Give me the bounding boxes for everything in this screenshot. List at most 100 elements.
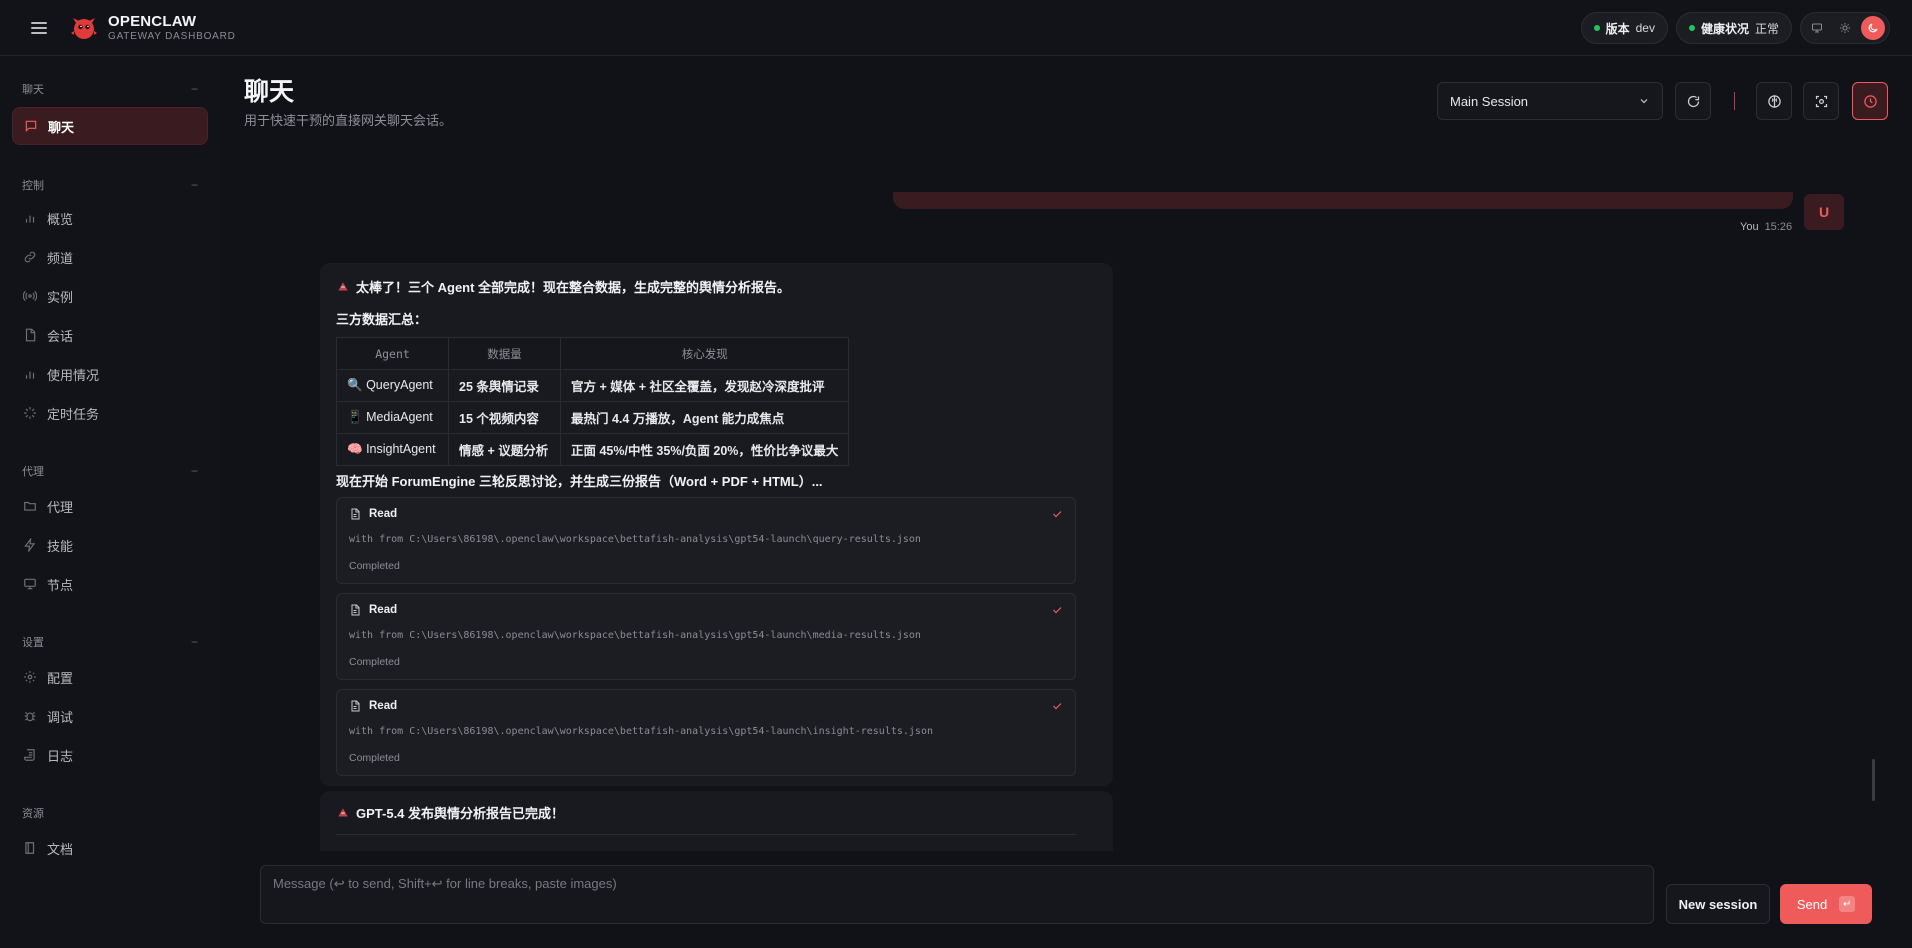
assistant-report-title-text: GPT-5.4 发布舆情分析报告已完成！ bbox=[356, 806, 565, 821]
new-session-button[interactable]: New session bbox=[1666, 884, 1770, 924]
tool-path: with from C:\Users\86198\.openclaw\works… bbox=[349, 630, 921, 641]
message-sender: You bbox=[1740, 221, 1759, 233]
summary-heading: 三方数据汇总： bbox=[336, 312, 428, 327]
sidebar-group-settings[interactable]: 设置 − bbox=[0, 632, 220, 652]
collapse-icon: − bbox=[190, 635, 198, 649]
session-select-value: Main Session bbox=[1450, 93, 1529, 109]
tool-call-card[interactable]: Read with from C:\Users\86198\.openclaw\… bbox=[336, 497, 1076, 584]
divider bbox=[336, 834, 1076, 835]
theme-system-button[interactable] bbox=[1805, 16, 1829, 40]
sidebar-item-label: 配置 bbox=[47, 670, 74, 686]
user-message-bubble bbox=[893, 192, 1793, 209]
file-icon bbox=[25, 328, 36, 342]
lightning-icon bbox=[24, 538, 36, 552]
finding-cell: 最热门 4.4 万播放，Agent 能力成焦点 bbox=[559, 401, 850, 434]
focus-mode-button[interactable] bbox=[1803, 82, 1839, 120]
assistant-intro-text: 太棒了！三个 Agent 全部完成！现在整合数据，生成完整的舆情分析报告。 bbox=[356, 280, 791, 295]
broadcast-icon bbox=[23, 290, 37, 302]
monitor-icon bbox=[1812, 23, 1822, 33]
bar-chart-icon bbox=[25, 371, 35, 379]
table-row: 📱 MediaAgent 15 个视频内容 最热门 4.4 万播放，Agent … bbox=[336, 401, 850, 434]
refresh-button[interactable] bbox=[1675, 82, 1711, 120]
agent-cell: 📱 MediaAgent bbox=[336, 401, 449, 434]
sidebar-group-agents[interactable]: 代理 − bbox=[0, 461, 220, 481]
sidebar: 聊天 − 聊天 控制 − 概览 频道 实例 会话 使用情况 定时任务 代理 − 代理 … bbox=[0, 57, 220, 948]
theme-dark-button[interactable] bbox=[1861, 16, 1885, 40]
history-button[interactable] bbox=[1852, 82, 1888, 120]
sidebar-item-config[interactable]: 配置 bbox=[12, 658, 208, 696]
assistant-message: GPT-5.4 发布舆情分析报告已完成！ bbox=[320, 791, 1113, 851]
page-title: 聊天 bbox=[244, 78, 295, 106]
brand: OPENCLAW GATEWAY DASHBOARD bbox=[108, 13, 236, 43]
sidebar-item-label: 调试 bbox=[47, 709, 74, 725]
status-dot-icon bbox=[1593, 25, 1600, 31]
sidebar-item-cron[interactable]: 定时任务 bbox=[12, 394, 208, 432]
sidebar-item-nodes[interactable]: 节点 bbox=[12, 565, 208, 603]
message-icon bbox=[25, 120, 37, 133]
composer bbox=[260, 865, 1654, 924]
assistant-message: 太棒了！三个 Agent 全部完成！现在整合数据，生成完整的舆情分析报告。 三方… bbox=[320, 263, 1113, 786]
chevron-down-icon bbox=[1640, 99, 1648, 104]
theme-light-button[interactable] bbox=[1833, 16, 1857, 40]
sidebar-group-chat[interactable]: 聊天 − bbox=[0, 79, 220, 99]
table-header: Agent bbox=[336, 337, 449, 370]
sidebar-item-docs[interactable]: 文档 bbox=[12, 829, 208, 867]
sidebar-item-label: 使用情况 bbox=[47, 367, 100, 383]
thinking-toggle-button[interactable] bbox=[1756, 82, 1792, 120]
send-button[interactable]: Send ↵ bbox=[1780, 884, 1872, 924]
sidebar-group-resources[interactable]: 资源 bbox=[0, 803, 220, 823]
check-icon bbox=[1053, 607, 1062, 614]
sidebar-group-control[interactable]: 控制 − bbox=[0, 175, 220, 195]
tool-name: Read bbox=[369, 700, 398, 712]
check-icon bbox=[1053, 511, 1062, 518]
group-title: 控制 bbox=[22, 180, 44, 192]
sidebar-item-instances[interactable]: 实例 bbox=[12, 277, 208, 315]
top-bar: OPENCLAW GATEWAY DASHBOARD 版本 dev 健康状况 正… bbox=[0, 0, 1912, 56]
version-pill: 版本 dev bbox=[1580, 12, 1668, 44]
gear-icon bbox=[24, 671, 36, 683]
session-select[interactable]: Main Session bbox=[1437, 82, 1663, 120]
table-row: 🧠 InsightAgent 情感 + 议题分析 正面 45%/中性 35%/负… bbox=[336, 433, 850, 466]
sidebar-item-chat[interactable]: 聊天 bbox=[12, 107, 208, 145]
user-avatar: U bbox=[1804, 194, 1844, 230]
finding-cell: 官方 + 媒体 + 社区全覆盖，发现赵冷深度批评 bbox=[559, 369, 850, 402]
agent-name: QueryAgent bbox=[366, 378, 433, 392]
sidebar-item-usage[interactable]: 使用情况 bbox=[12, 355, 208, 393]
menu-icon[interactable] bbox=[31, 21, 47, 34]
chat-scrollbar[interactable] bbox=[1872, 759, 1875, 801]
theme-switcher bbox=[1800, 12, 1890, 44]
focus-icon bbox=[1815, 95, 1827, 107]
sidebar-item-label: 频道 bbox=[47, 250, 74, 266]
tool-path: with from C:\Users\86198\.openclaw\works… bbox=[349, 534, 921, 545]
collapse-icon: − bbox=[190, 82, 198, 96]
search-icon: 🔍 bbox=[347, 378, 363, 392]
folder-icon bbox=[24, 501, 36, 511]
status-dot-icon bbox=[1688, 25, 1695, 31]
collapse-icon: − bbox=[190, 178, 198, 192]
summary-table: Agent 数据量 核心发现 🔍 QueryAgent 25 条舆情记录 官方 … bbox=[336, 337, 850, 466]
agent-cell: 🧠 InsightAgent bbox=[336, 433, 449, 466]
finding-cell: 正面 45%/中性 35%/负面 20%，性价比争议最大 bbox=[559, 433, 850, 466]
sidebar-item-sessions[interactable]: 会话 bbox=[12, 316, 208, 354]
sidebar-item-label: 概览 bbox=[47, 211, 74, 227]
message-input[interactable] bbox=[273, 876, 1641, 913]
sidebar-item-channels[interactable]: 频道 bbox=[12, 238, 208, 276]
tool-status: Completed bbox=[349, 656, 400, 668]
sidebar-item-logs[interactable]: 日志 bbox=[12, 736, 208, 774]
sidebar-item-overview[interactable]: 概览 bbox=[12, 199, 208, 237]
top-status: 版本 dev 健康状况 正常 bbox=[1580, 12, 1890, 44]
agent-cell: 🔍 QueryAgent bbox=[336, 369, 449, 402]
tool-call-card[interactable]: Read with from C:\Users\86198\.openclaw\… bbox=[336, 689, 1076, 776]
brand-name: OPENCLAW bbox=[108, 12, 197, 30]
tool-call-card[interactable]: Read with from C:\Users\86198\.openclaw\… bbox=[336, 593, 1076, 680]
tool-name: Read bbox=[369, 508, 398, 520]
tool-status: Completed bbox=[349, 752, 400, 764]
table-row: 🔍 QueryAgent 25 条舆情记录 官方 + 媒体 + 社区全覆盖，发现… bbox=[336, 369, 850, 402]
loader-icon bbox=[24, 407, 36, 419]
scroll-icon bbox=[24, 749, 35, 761]
sidebar-item-label: 代理 bbox=[47, 499, 74, 515]
sidebar-item-agents[interactable]: 代理 bbox=[12, 487, 208, 525]
sidebar-item-skills[interactable]: 技能 bbox=[12, 526, 208, 564]
sidebar-item-debug[interactable]: 调试 bbox=[12, 697, 208, 735]
monitor-icon bbox=[24, 578, 36, 590]
